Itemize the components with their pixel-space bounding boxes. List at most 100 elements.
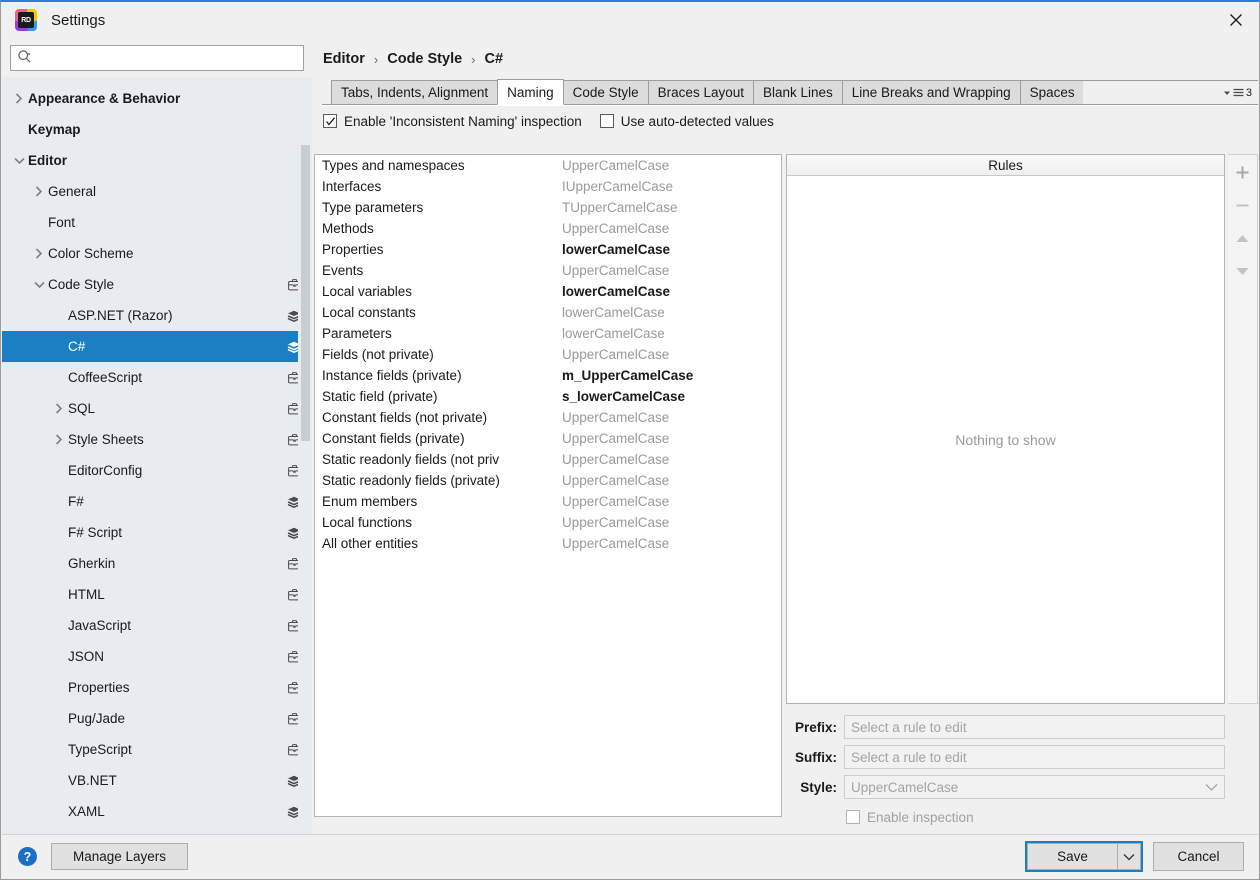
naming-row[interactable]: Static readonly fields (not privUpperCam… — [315, 449, 781, 470]
sidebar-item-keymap[interactable]: Keymap — [2, 114, 312, 145]
sidebar-item-f-script[interactable]: F# Script — [2, 517, 312, 548]
naming-kind-label: Local variables — [322, 284, 562, 299]
sidebar-item-pug-jade[interactable]: Pug/Jade — [2, 703, 312, 734]
chevron-right-icon[interactable] — [50, 403, 68, 414]
naming-row[interactable]: EventsUpperCamelCase — [315, 260, 781, 281]
naming-row[interactable]: Fields (not private)UpperCamelCase — [315, 344, 781, 365]
tab-tabs-indents-alignment[interactable]: Tabs, Indents, Alignment — [331, 80, 498, 105]
naming-style-value: UpperCamelCase — [562, 494, 669, 509]
naming-row[interactable]: Type parametersTUpperCamelCase — [315, 197, 781, 218]
naming-kind-label: Type parameters — [322, 200, 562, 215]
remove-rule-button[interactable] — [1230, 193, 1256, 217]
naming-row[interactable]: Constant fields (private)UpperCamelCase — [315, 428, 781, 449]
tab-naming[interactable]: Naming — [497, 79, 564, 105]
help-icon[interactable]: ? — [18, 847, 37, 866]
style-select[interactable]: UpperCamelCase — [844, 775, 1225, 799]
sidebar-item-c[interactable]: C# — [2, 331, 312, 362]
naming-row[interactable]: Types and namespacesUpperCamelCase — [315, 155, 781, 176]
sidebar-item-label: Pug/Jade — [68, 711, 286, 726]
sidebar-item-vb-net[interactable]: VB.NET — [2, 765, 312, 796]
naming-row[interactable]: Local variableslowerCamelCase — [315, 281, 781, 302]
tab-spaces[interactable]: Spaces — [1020, 80, 1085, 105]
naming-row[interactable]: Static field (private)s_lowerCamelCase — [315, 386, 781, 407]
sidebar-item-font[interactable]: Font — [2, 207, 312, 238]
sidebar-item-sql[interactable]: SQL — [2, 393, 312, 424]
suffix-label: Suffix: — [786, 750, 844, 765]
enable-inspection-checkbox[interactable]: Enable inspection — [846, 810, 974, 825]
move-up-button[interactable] — [1230, 226, 1256, 250]
manage-layers-button[interactable]: Manage Layers — [51, 843, 188, 870]
naming-row[interactable]: PropertieslowerCamelCase — [315, 239, 781, 260]
sidebar-item-appearance-behavior[interactable]: Appearance & Behavior — [2, 83, 312, 114]
cancel-button[interactable]: Cancel — [1153, 842, 1244, 871]
prefix-input[interactable]: Select a rule to edit — [844, 715, 1225, 739]
naming-row[interactable]: Local constantslowerCamelCase — [315, 302, 781, 323]
breadcrumb-part[interactable]: Editor — [323, 51, 365, 67]
breadcrumb: Editor›Code Style›C# — [313, 38, 1258, 80]
sidebar-item-general[interactable]: General — [2, 176, 312, 207]
naming-row[interactable]: Enum membersUpperCamelCase — [315, 491, 781, 512]
chevron-right-icon[interactable] — [50, 434, 68, 445]
sidebar-item-style-sheets[interactable]: Style Sheets — [2, 424, 312, 455]
chevron-down-icon[interactable] — [10, 157, 28, 165]
sidebar-item-properties[interactable]: Properties — [2, 672, 312, 703]
close-icon[interactable] — [1213, 2, 1259, 37]
naming-row[interactable]: Local functionsUpperCamelCase — [315, 512, 781, 533]
sidebar-scrollbar-thumb[interactable] — [301, 145, 310, 441]
sidebar-item-json[interactable]: JSON — [2, 641, 312, 672]
naming-kind-label: Properties — [322, 242, 562, 257]
rules-header: Rules — [787, 155, 1224, 176]
sidebar-item-label: CoffeeScript — [68, 370, 286, 385]
sidebar-item-color-scheme[interactable]: Color Scheme — [2, 238, 312, 269]
save-dropdown-button[interactable] — [1117, 843, 1141, 870]
sidebar-item-javascript[interactable]: JavaScript — [2, 610, 312, 641]
chevron-down-icon[interactable] — [30, 281, 48, 289]
naming-style-value: m_UpperCamelCase — [562, 368, 693, 383]
chevron-right-icon[interactable] — [10, 93, 28, 104]
chevron-right-icon[interactable] — [30, 248, 48, 259]
move-down-button[interactable] — [1230, 259, 1256, 283]
naming-row[interactable]: Static readonly fields (private)UpperCam… — [315, 470, 781, 491]
tab-code-style[interactable]: Code Style — [563, 80, 649, 105]
add-rule-button[interactable] — [1230, 160, 1256, 184]
naming-row[interactable]: ParameterslowerCamelCase — [315, 323, 781, 344]
sidebar-item-code-style[interactable]: Code Style — [2, 269, 312, 300]
breadcrumb-part[interactable]: C# — [485, 51, 504, 67]
sidebar-item-label: HTML — [68, 587, 286, 602]
naming-row[interactable]: Constant fields (not private)UpperCamelC… — [315, 407, 781, 428]
tab-blank-lines[interactable]: Blank Lines — [753, 80, 843, 105]
chevron-right-icon[interactable] — [30, 186, 48, 197]
naming-kind-label: Methods — [322, 221, 562, 236]
sidebar-item-editor[interactable]: Editor — [2, 145, 312, 176]
sidebar-item-xaml[interactable]: XAML — [2, 796, 312, 827]
search-input[interactable] — [36, 47, 297, 69]
naming-row[interactable]: Instance fields (private)m_UpperCamelCas… — [315, 365, 781, 386]
naming-kind-label: Fields (not private) — [322, 347, 562, 362]
enable-inconsistent-naming-checkbox[interactable]: Enable 'Inconsistent Naming' inspection — [323, 114, 582, 129]
sidebar-item-f[interactable]: F# — [2, 486, 312, 517]
sidebar-item-label: C# — [68, 339, 286, 354]
tab-braces-layout[interactable]: Braces Layout — [648, 80, 754, 105]
use-auto-detected-values-checkbox[interactable]: Use auto-detected values — [600, 114, 774, 129]
rules-empty-message: Nothing to show — [787, 176, 1224, 703]
sidebar-scrollbar[interactable] — [298, 83, 312, 834]
sidebar-item-asp-net-razor[interactable]: ASP.NET (Razor) — [2, 300, 312, 331]
search-icon — [17, 49, 32, 67]
naming-kinds-list[interactable]: Types and namespacesUpperCamelCaseInterf… — [314, 154, 782, 817]
naming-row[interactable]: All other entitiesUpperCamelCase — [315, 533, 781, 554]
breadcrumb-part[interactable]: Code Style — [387, 51, 462, 67]
sidebar-item-coffeescript[interactable]: CoffeeScript — [2, 362, 312, 393]
naming-kind-label: Local functions — [322, 515, 562, 530]
sidebar-item-html[interactable]: HTML — [2, 579, 312, 610]
save-button[interactable]: Save — [1027, 843, 1117, 870]
tab-overflow-icon[interactable]: 3 — [1223, 87, 1252, 99]
sidebar-item-gherkin[interactable]: Gherkin — [2, 548, 312, 579]
naming-row[interactable]: InterfacesIUpperCamelCase — [315, 176, 781, 197]
tab-line-breaks-and-wrapping[interactable]: Line Breaks and Wrapping — [842, 80, 1021, 105]
sidebar-item-typescript[interactable]: TypeScript — [2, 734, 312, 765]
sidebar-item-label: Code Style — [48, 277, 286, 292]
naming-row[interactable]: MethodsUpperCamelCase — [315, 218, 781, 239]
suffix-input[interactable]: Select a rule to edit — [844, 745, 1225, 769]
sidebar-item-editorconfig[interactable]: EditorConfig — [2, 455, 312, 486]
search-box[interactable] — [10, 45, 304, 71]
